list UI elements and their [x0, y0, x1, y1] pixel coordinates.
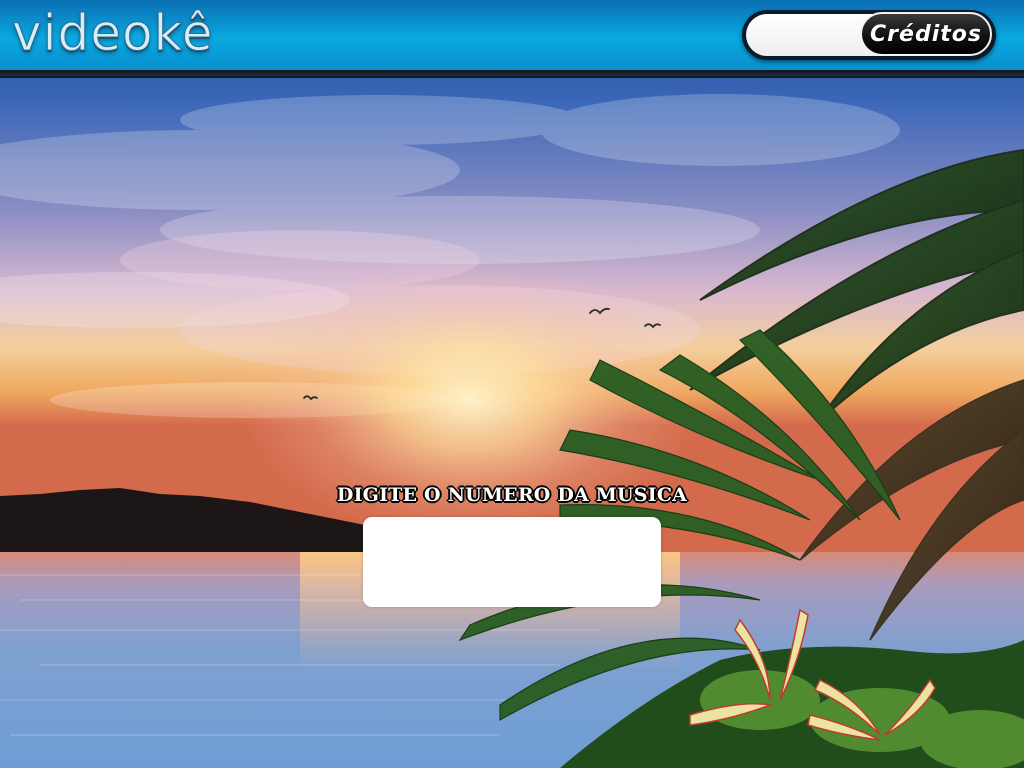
- header-bar: videokê Créditos: [0, 0, 1024, 70]
- videoke-logo: videokê: [12, 4, 214, 63]
- header-divider: [0, 70, 1024, 78]
- song-number-prompt: DIGITE O NUMERO DA MUSICA: [336, 484, 688, 506]
- background-scene: [0, 0, 1024, 768]
- credits-button[interactable]: Créditos: [860, 12, 992, 56]
- videoke-app: videokê Créditos DIGITE O NUMERO DA MUSI…: [0, 0, 1024, 768]
- song-number-input[interactable]: [363, 517, 661, 607]
